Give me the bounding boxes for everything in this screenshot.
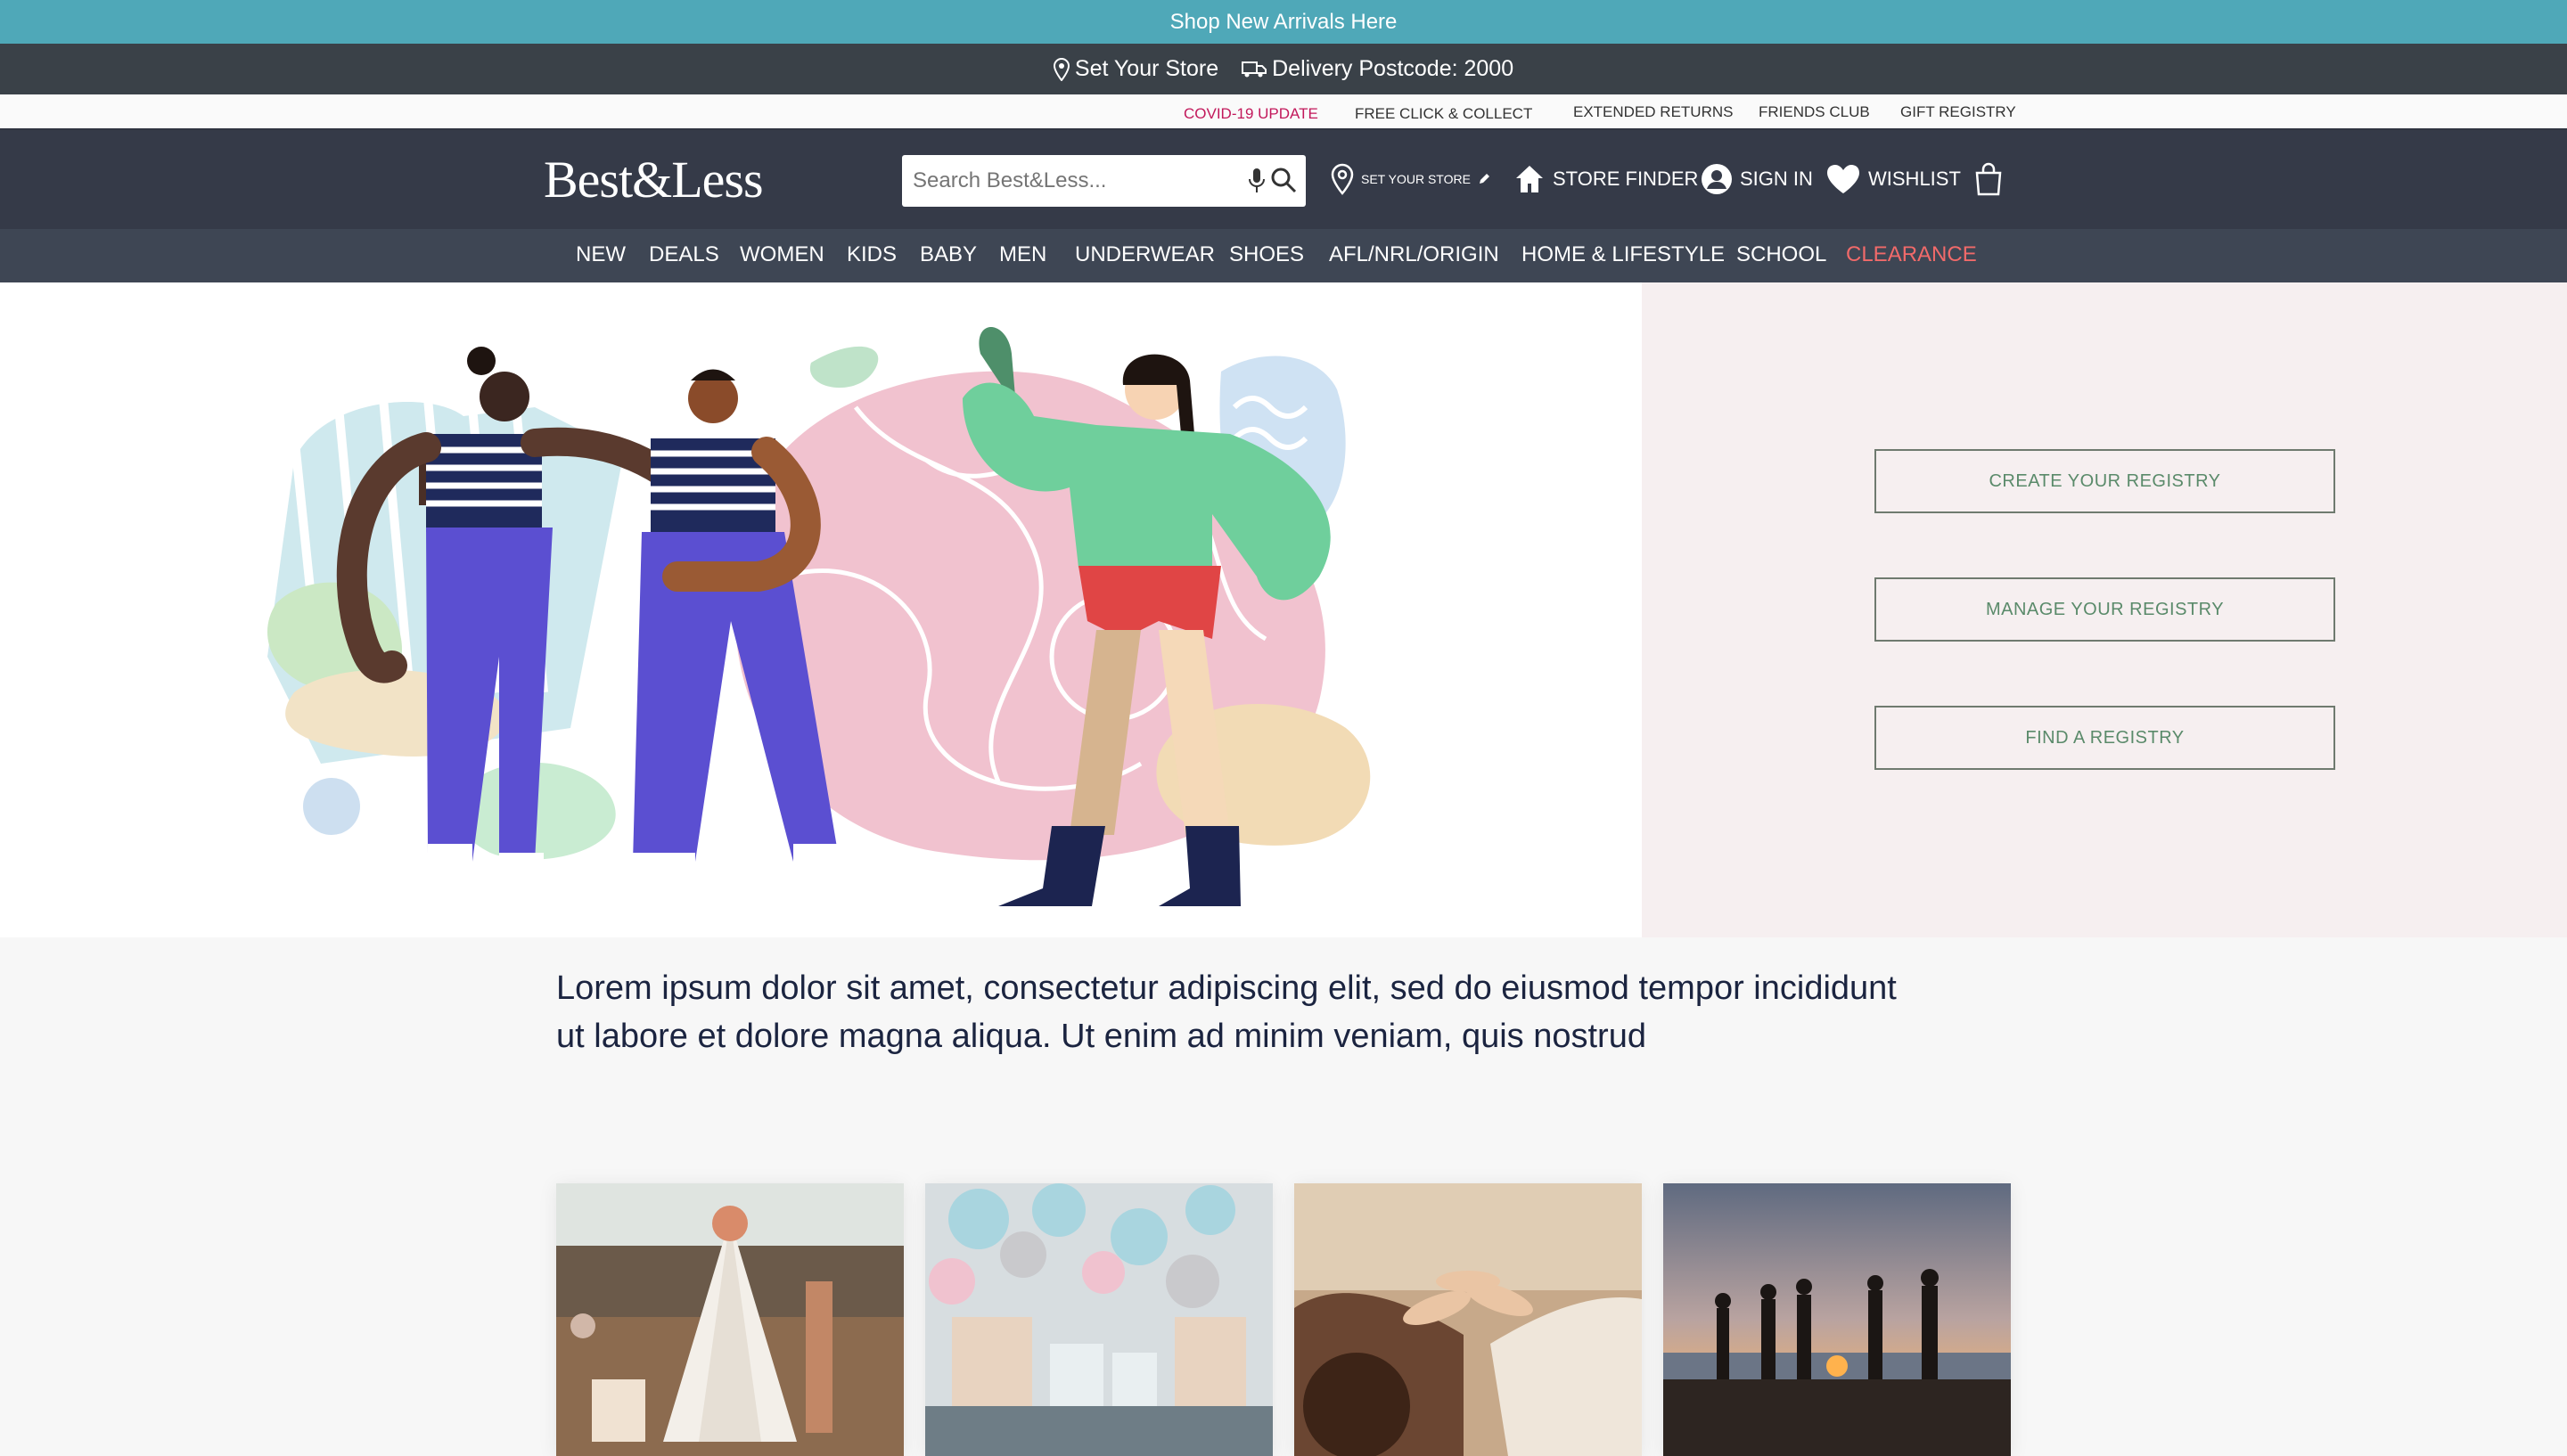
find-registry-button[interactable]: FIND A REGISTRY (1874, 706, 2335, 770)
hero-illustration (267, 327, 1371, 906)
nav-item-men[interactable]: MEN (999, 242, 1046, 267)
nav-item-clearance[interactable]: CLEARANCE (1846, 242, 1977, 267)
friends-club-link[interactable]: FRIENDS CLUB (1759, 103, 1870, 121)
nav-item-underwear[interactable]: UNDERWEAR (1075, 242, 1215, 267)
intro-line-1: Lorem ipsum dolor sit amet, consectetur … (556, 969, 1897, 1007)
teepee-party-photo (556, 1183, 904, 1456)
click-collect-link[interactable]: FREE CLICK & COLLECT (1355, 105, 1532, 123)
utility-links: COVID-19 UPDATE FREE CLICK & COLLECT EXT… (0, 94, 2567, 130)
registry-photo-card[interactable] (1294, 1183, 1642, 1456)
registry-photo-card[interactable] (556, 1183, 904, 1456)
sign-in-label: SIGN IN (1740, 168, 1813, 190)
nav-item-shoes[interactable]: SHOES (1229, 242, 1304, 267)
store-delivery-bar: Set Your Store Delivery Postcode: 2000 (0, 44, 2567, 94)
set-store-label: Set Your Store (1074, 56, 1219, 81)
beach-sunset-friends-photo (1663, 1183, 2011, 1456)
hero-illustration-panel (0, 282, 1642, 937)
search-icon[interactable] (1269, 166, 1298, 194)
promo-banner[interactable]: Shop New Arrivals Here (0, 0, 2567, 44)
delivery-postcode-label: Delivery Postcode: 2000 (1272, 56, 1514, 81)
intro-text: Lorem ipsum dolor sit amet, consectetur … (556, 964, 2018, 1060)
pencil-icon (1479, 174, 1489, 184)
home-icon (1516, 166, 1543, 192)
shopping-bag-icon (1975, 162, 2002, 196)
search-box (902, 155, 1306, 207)
set-store-link[interactable]: Set Your Store (1053, 56, 1219, 82)
registry-photo-card[interactable] (925, 1183, 1273, 1456)
site-header: Best&Less SET YOUR STORE STORE FINDER SI… (0, 130, 2567, 229)
gift-registry-link[interactable]: GIFT REGISTRY (1900, 103, 2016, 121)
set-your-store-label: SET YOUR STORE (1361, 172, 1471, 186)
manage-registry-button[interactable]: MANAGE YOUR REGISTRY (1874, 577, 2335, 642)
nav-item-school[interactable]: SCHOOL (1736, 242, 1826, 267)
wishlist-button[interactable]: WISHLIST (1825, 157, 1961, 201)
nav-item-home-lifestyle[interactable]: HOME & LIFESTYLE (1521, 242, 1725, 267)
location-pin-icon (1053, 57, 1070, 81)
user-icon (1702, 164, 1732, 194)
nav-item-women[interactable]: WOMEN (740, 242, 824, 267)
heart-icon (1827, 165, 1859, 193)
site-logo[interactable]: Best&Less (544, 150, 764, 209)
sign-in-button[interactable]: SIGN IN (1701, 157, 1813, 201)
set-your-store-button[interactable]: SET YOUR STORE (1331, 157, 1490, 201)
microphone-icon[interactable] (1248, 168, 1266, 194)
extended-returns-link[interactable]: EXTENDED RETURNS (1573, 103, 1733, 121)
store-finder-button[interactable]: STORE FINDER (1513, 157, 1698, 201)
promo-text[interactable]: Shop New Arrivals Here (1170, 10, 1398, 35)
delivery-postcode-link[interactable]: Delivery Postcode: 2000 (1242, 56, 1513, 82)
registry-photo-card[interactable] (1663, 1183, 2011, 1456)
create-registry-button[interactable]: CREATE YOUR REGISTRY (1874, 449, 2335, 513)
truck-icon (1242, 61, 1267, 77)
main-nav: NEW DEALS WOMEN KIDS BABY MEN UNDERWEAR … (0, 229, 2567, 282)
store-finder-label: STORE FINDER (1553, 168, 1699, 190)
nav-item-kids[interactable]: KIDS (847, 242, 897, 267)
friends-hands-photo (1294, 1183, 1642, 1456)
location-pin-icon (1331, 163, 1354, 195)
nav-item-new[interactable]: NEW (576, 242, 626, 267)
covid-update-link[interactable]: COVID-19 UPDATE (1184, 105, 1318, 123)
balloon-dessert-table-photo (925, 1183, 1273, 1456)
nav-item-deals[interactable]: DEALS (649, 242, 719, 267)
search-input[interactable] (902, 155, 1232, 207)
cart-button[interactable] (1974, 157, 2003, 201)
wishlist-label: WISHLIST (1868, 168, 1961, 190)
intro-line-2: ut labore et dolore magna aliqua. Ut eni… (556, 1018, 1646, 1055)
nav-item-baby[interactable]: BABY (920, 242, 977, 267)
nav-item-afl-nrl-origin[interactable]: AFL/NRL/ORIGIN (1329, 242, 1499, 267)
